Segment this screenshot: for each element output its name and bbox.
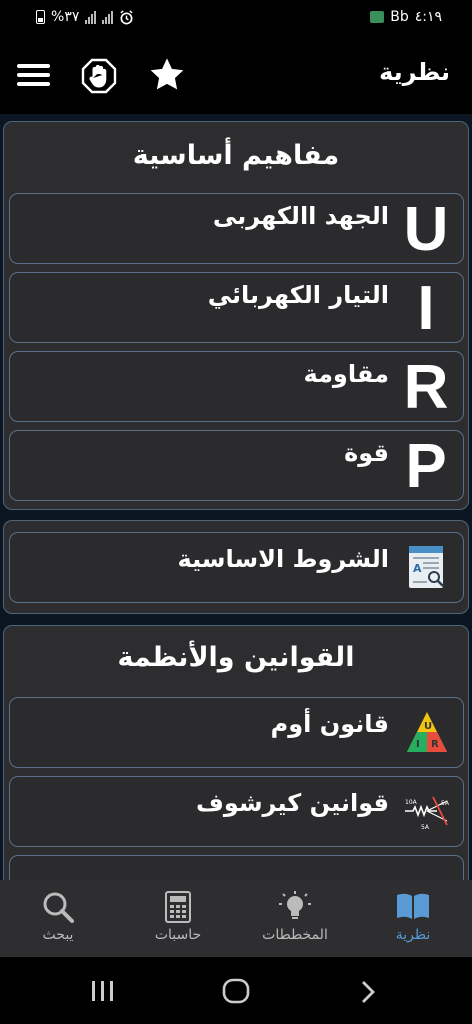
status-left: %٣٧ (36, 9, 134, 25)
kirchhoff-label-b: 5A (441, 800, 450, 807)
nav-calculators[interactable]: حاسبات (130, 880, 226, 957)
power-letter: P (405, 432, 447, 501)
current-letter: I (417, 274, 435, 343)
voltage-label: الجهد االكهربى (212, 202, 389, 230)
power-label: قوة (344, 439, 389, 467)
status-right: Bb ٤:١٩ (370, 9, 442, 25)
nav-theory[interactable]: نظرية (365, 880, 461, 957)
ohm-i: I (416, 739, 420, 750)
alarm-icon (120, 9, 133, 24)
list-item-conditions[interactable]: A الشروط الاساسية (9, 532, 464, 603)
list-item-power[interactable]: P قوة (9, 430, 464, 501)
basics-title: مفاهيم أساسية (132, 140, 340, 171)
kirchhoff-label: قوانين كيرشوف (196, 789, 389, 817)
book-icon (397, 893, 429, 919)
search-icon (43, 892, 74, 923)
app-bar: نظرية (0, 36, 472, 114)
nav-diagrams[interactable]: المخططات (245, 880, 345, 957)
signal-icon-2 (102, 10, 114, 24)
main-content: مفاهيم أساسية U الجهد االكهربى I التيار … (0, 114, 472, 880)
nav-calculators-label: حاسبات (154, 927, 202, 943)
app-notification-icon (370, 11, 385, 23)
list-item-kirchhoff[interactable]: 10A 5A 5A قوانين كيرشوف (9, 776, 464, 847)
resistance-label: مقاومة (303, 360, 389, 388)
status-bar: %٣٧ Bb ٤:١٩ (0, 0, 472, 36)
recent-apps-icon[interactable] (90, 980, 116, 1002)
list-item-current[interactable]: I التيار الكهربائي (9, 272, 464, 343)
kirchhoff-label-c: 5A (421, 824, 430, 831)
kirchhoff-label-a: 10A (405, 799, 418, 806)
document-search-icon: A (409, 546, 444, 588)
nav-search[interactable]: يبحث (10, 880, 106, 957)
stop-hand-icon[interactable] (81, 58, 117, 94)
nav-search-label: يبحث (42, 927, 74, 943)
list-item-partial[interactable] (9, 855, 464, 880)
ohm-u: U (424, 721, 432, 732)
kirchhoff-icon: 10A 5A 5A (405, 796, 450, 831)
basics-card: مفاهيم أساسية U الجهد االكهربى I التيار … (3, 121, 469, 510)
list-item-ohms-law[interactable]: U I R قانون أوم (9, 697, 464, 768)
lightbulb-icon (279, 891, 311, 919)
system-nav-bar (0, 957, 472, 1024)
voltage-letter: U (403, 195, 449, 264)
list-item-voltage[interactable]: U الجهد االكهربى (9, 193, 464, 264)
current-label: التيار الكهربائي (207, 281, 389, 309)
calculator-icon (165, 891, 191, 923)
conditions-label: الشروط الاساسية (177, 545, 389, 573)
bottom-nav: نظرية المخططات حاسبات يبحث (0, 880, 472, 957)
nav-theory-label: نظرية (395, 927, 431, 943)
laws-card: القوانين والأنظمة U I R قانون أوم 10A 5A… (3, 625, 469, 880)
resistance-letter: R (403, 353, 449, 422)
list-item-resistance[interactable]: R مقاومة (9, 351, 464, 422)
battery-percent: %٣٧ (51, 9, 80, 25)
ohms-law-label: قانون أوم (270, 710, 389, 738)
svg-text:A: A (413, 562, 422, 575)
signal-icon (85, 10, 97, 24)
laws-title: القوانين والأنظمة (117, 642, 355, 673)
ohm-r: R (431, 739, 439, 750)
nav-diagrams-label: المخططات (262, 927, 328, 943)
conditions-card: A الشروط الاساسية (3, 520, 469, 614)
menu-icon[interactable] (17, 64, 50, 86)
clock: ٤:١٩ (414, 9, 442, 25)
page-title: نظرية (379, 58, 450, 86)
ohm-triangle-icon: U I R (407, 712, 447, 752)
back-icon[interactable] (358, 979, 378, 1005)
home-icon[interactable] (222, 978, 250, 1004)
battery-icon (36, 10, 45, 24)
carrier-label: Bb (390, 9, 409, 25)
star-icon[interactable] (148, 56, 186, 94)
